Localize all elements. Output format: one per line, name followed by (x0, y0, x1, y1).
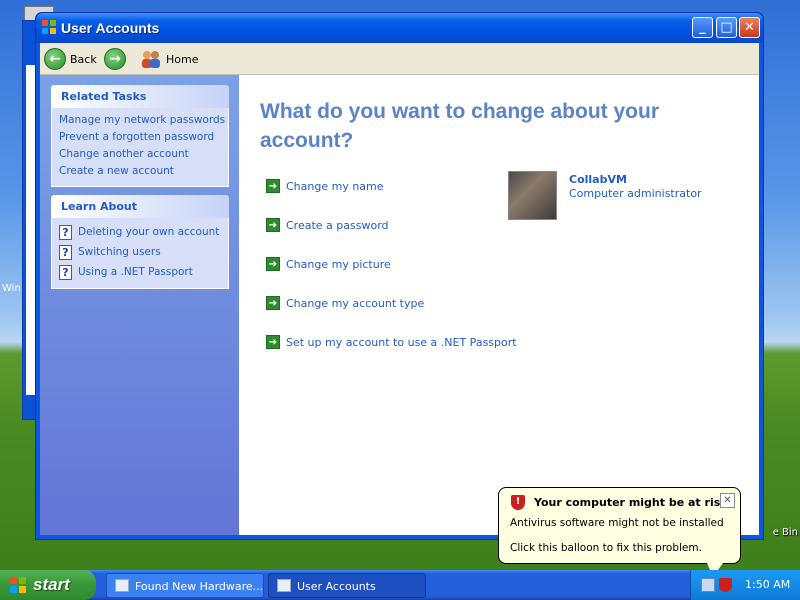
start-label: start (33, 575, 70, 594)
related-tasks-title[interactable]: Related Tasks (51, 85, 229, 108)
start-button[interactable]: start (0, 570, 96, 600)
forward-button[interactable]: → (104, 48, 126, 70)
related-task-link[interactable]: Prevent a forgotten password (59, 129, 228, 146)
title-bar[interactable]: User Accounts _ □ ✕ (36, 13, 763, 43)
account-role: Computer administrator (569, 187, 702, 200)
help-icon: ? (59, 224, 72, 240)
balloon-instruction: Click this balloon to fix this problem. (510, 542, 702, 554)
back-label[interactable]: Back (70, 53, 97, 66)
task-change-picture[interactable]: ➔ Change my picture (266, 257, 391, 271)
windows-logo-icon (10, 577, 26, 593)
learn-about-panel: Learn About ? Deleting your own account … (51, 195, 229, 289)
page-heading: What do you want to change about your ac… (260, 100, 659, 152)
user-accounts-icon (42, 20, 56, 34)
related-task-link[interactable]: Manage my network passwords (59, 112, 228, 129)
related-tasks-panel: Related Tasks Manage my network password… (51, 85, 229, 187)
minimize-button[interactable]: _ (692, 17, 713, 38)
green-arrow-icon: ➔ (266, 218, 280, 232)
learn-about-item[interactable]: ? Using a .NET Passport (59, 262, 228, 282)
task-change-name[interactable]: ➔ Change my name (266, 179, 384, 193)
help-icon: ? (59, 264, 72, 280)
content-area: Related Tasks Manage my network password… (40, 75, 759, 535)
back-button[interactable]: ← (44, 48, 66, 70)
task-create-password[interactable]: ➔ Create a password (266, 218, 389, 232)
balloon-title: Your computer might be at risk (534, 496, 728, 509)
window-icon (115, 579, 129, 592)
user-accounts-window: User Accounts _ □ ✕ ← Back → Home Relate… (35, 12, 764, 540)
taskbar-item-user-accounts[interactable]: User Accounts (268, 573, 426, 598)
green-arrow-icon: ➔ (266, 179, 280, 193)
account-name: CollabVM (569, 173, 627, 186)
help-icon: ? (59, 244, 72, 260)
window-title: User Accounts (61, 20, 160, 36)
home-users-icon[interactable] (140, 49, 162, 69)
related-task-link[interactable]: Create a new account (59, 163, 228, 180)
account-picture (508, 171, 557, 220)
task-change-account-type[interactable]: ➔ Change my account type (266, 296, 424, 310)
close-button[interactable]: ✕ (739, 17, 760, 38)
task-net-passport[interactable]: ➔ Set up my account to use a .NET Passpo… (266, 335, 517, 349)
green-arrow-icon: ➔ (266, 257, 280, 271)
toolbar: ← Back → Home (40, 43, 759, 75)
sidebar: Related Tasks Manage my network password… (40, 75, 239, 535)
learn-about-title[interactable]: Learn About (51, 195, 229, 218)
network-icon[interactable] (701, 578, 715, 592)
green-arrow-icon: ➔ (266, 296, 280, 310)
user-accounts-icon (277, 579, 291, 592)
green-arrow-icon: ➔ (266, 335, 280, 349)
recycle-bin-label[interactable]: e Bin (773, 527, 798, 538)
balloon-close-button[interactable]: ✕ (720, 493, 735, 508)
security-shield-icon: ! (511, 495, 525, 510)
related-task-link[interactable]: Change another account (59, 146, 228, 163)
security-balloon[interactable]: ! Your computer might be at risk ✕ Antiv… (498, 487, 741, 564)
system-tray: 1:50 AM (690, 570, 800, 600)
clock[interactable]: 1:50 AM (745, 578, 790, 591)
security-center-icon[interactable] (719, 578, 732, 592)
learn-about-item[interactable]: ? Switching users (59, 242, 228, 262)
home-label[interactable]: Home (166, 53, 198, 66)
maximize-button[interactable]: □ (716, 17, 737, 38)
desktop-icon-label-fragment: Win (2, 283, 21, 294)
balloon-message: Antivirus software might not be installe… (510, 517, 724, 529)
taskbar: start Found New Hardware... User Account… (0, 570, 800, 600)
learn-about-item[interactable]: ? Deleting your own account (59, 222, 228, 242)
taskbar-item-found-new-hardware[interactable]: Found New Hardware... (106, 573, 264, 598)
